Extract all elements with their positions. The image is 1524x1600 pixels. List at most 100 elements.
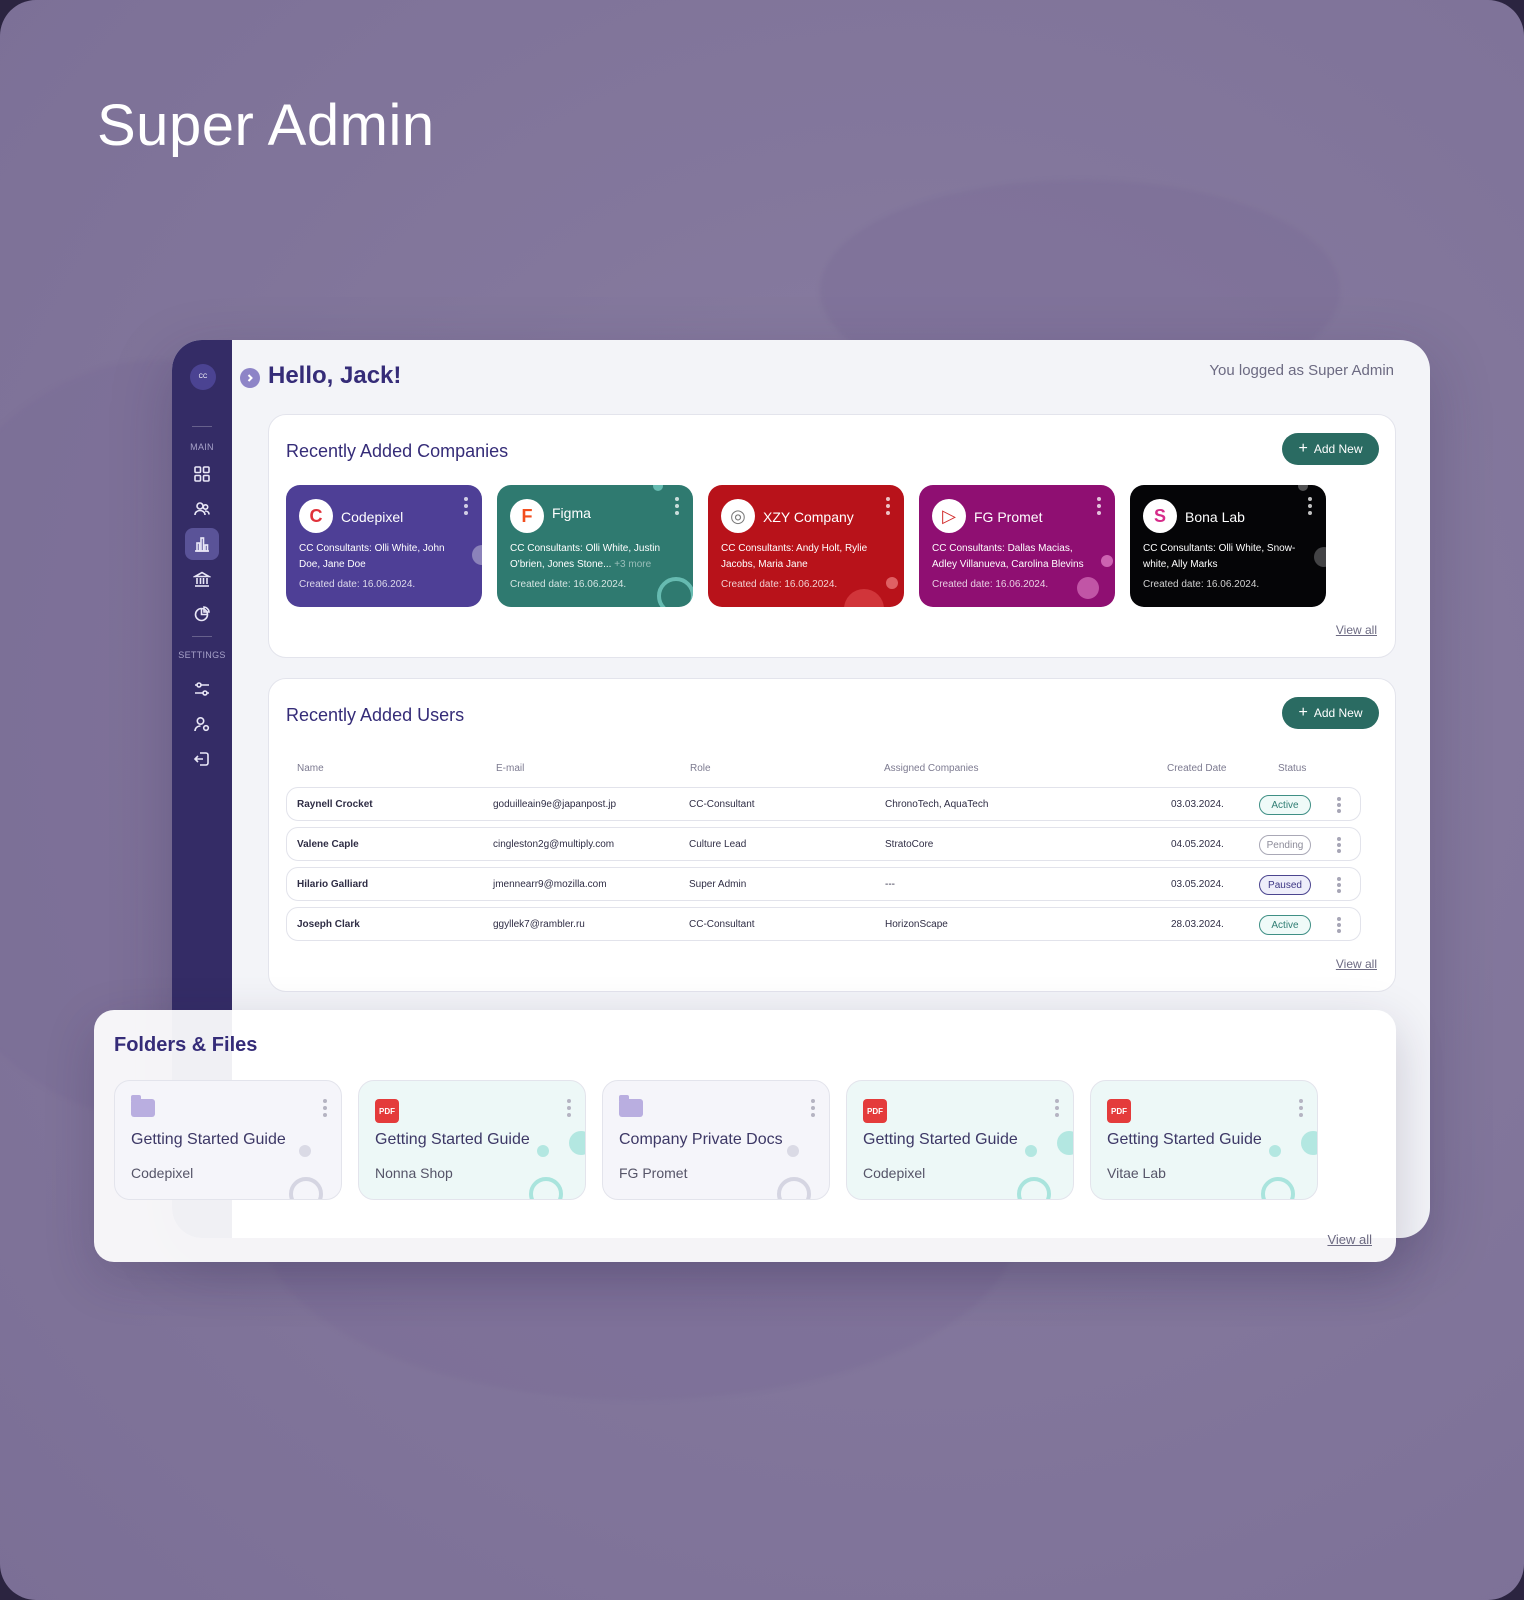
more-options-icon[interactable] bbox=[886, 497, 890, 518]
folder-icon bbox=[619, 1095, 643, 1117]
company-consultants: CC Consultants: Dallas Macias, Adley Vil… bbox=[932, 543, 1084, 570]
more-options-icon[interactable] bbox=[811, 1099, 815, 1120]
user-companies: StratoCore bbox=[885, 839, 934, 850]
table-row[interactable]: Hilario Galliard jmennearr9@mozilla.com … bbox=[286, 867, 1361, 901]
add-company-button[interactable]: + Add New bbox=[1282, 433, 1379, 465]
file-title: Getting Started Guide bbox=[131, 1131, 286, 1148]
user-email: jmennearr9@mozilla.com bbox=[493, 879, 607, 890]
table-row[interactable]: Raynell Crocket goduilleain9e@japanpost.… bbox=[286, 787, 1361, 821]
file-title: Getting Started Guide bbox=[863, 1131, 1018, 1148]
user-role: CC-Consultant bbox=[689, 799, 755, 810]
pdf-card[interactable]: PDF Getting Started Guide Codepixel bbox=[846, 1080, 1074, 1200]
sidebar-section-settings: SETTINGS bbox=[178, 650, 226, 660]
column-header-name[interactable]: Name bbox=[297, 763, 324, 774]
column-header-email[interactable]: E-mail bbox=[496, 763, 524, 774]
more-options-icon[interactable] bbox=[1308, 497, 1312, 518]
card-decoration bbox=[777, 1177, 811, 1199]
card-decoration bbox=[1077, 577, 1099, 599]
company-card[interactable]: C Codepixel CC Consultants: Olli White, … bbox=[286, 485, 482, 607]
company-card[interactable]: F Figma CC Consultants: Olli White, Just… bbox=[497, 485, 693, 607]
more-options-icon[interactable] bbox=[1337, 837, 1341, 855]
chart-icon bbox=[195, 537, 209, 552]
sidebar-item-profile[interactable] bbox=[185, 708, 219, 740]
companies-panel: Recently Added Companies + Add New C Cod… bbox=[268, 414, 1396, 658]
status-badge: Active bbox=[1259, 795, 1311, 815]
sidebar-divider bbox=[192, 426, 212, 427]
column-header-status[interactable]: Status bbox=[1278, 763, 1306, 774]
card-decoration bbox=[1017, 1177, 1051, 1199]
status-badge: Pending bbox=[1259, 835, 1311, 855]
more-options-icon[interactable] bbox=[323, 1099, 327, 1120]
more-options-icon[interactable] bbox=[567, 1099, 571, 1120]
company-logo: ◎ bbox=[721, 499, 755, 533]
users-icon bbox=[194, 502, 210, 516]
add-user-label: Add New bbox=[1313, 706, 1363, 720]
sidebar-toggle-button[interactable] bbox=[240, 368, 260, 388]
company-card[interactable]: ◎ XZY Company CC Consultants: Andy Holt,… bbox=[708, 485, 904, 607]
bank-icon bbox=[193, 571, 211, 587]
card-decoration bbox=[844, 589, 884, 607]
company-logo: C bbox=[299, 499, 333, 533]
sidebar-item-logout[interactable] bbox=[185, 743, 219, 775]
folder-card[interactable]: Company Private Docs FG Promet bbox=[602, 1080, 830, 1200]
company-created-date: Created date: 16.06.2024. bbox=[299, 579, 416, 590]
company-created-date: Created date: 16.06.2024. bbox=[510, 579, 627, 590]
card-decoration bbox=[289, 1177, 323, 1199]
card-decoration bbox=[472, 545, 482, 565]
company-name: Codepixel bbox=[341, 509, 404, 525]
pdf-card[interactable]: PDF Getting Started Guide Nonna Shop bbox=[358, 1080, 586, 1200]
more-options-icon[interactable] bbox=[675, 497, 679, 518]
company-name: Bona Lab bbox=[1185, 509, 1245, 525]
more-options-icon[interactable] bbox=[1337, 917, 1341, 935]
company-card[interactable]: ▷ FG Promet CC Consultants: Dallas Macia… bbox=[919, 485, 1115, 607]
folder-card[interactable]: Getting Started Guide Codepixel bbox=[114, 1080, 342, 1200]
user-role: Culture Lead bbox=[689, 839, 747, 850]
more-options-icon[interactable] bbox=[464, 497, 468, 518]
files-view-all-link[interactable]: View all bbox=[1327, 1232, 1372, 1247]
card-decoration bbox=[1314, 547, 1326, 567]
sidebar-item-preferences[interactable] bbox=[185, 673, 219, 705]
column-header-created-date[interactable]: Created Date bbox=[1167, 763, 1226, 774]
company-card[interactable]: S Bona Lab CC Consultants: Olli White, S… bbox=[1130, 485, 1326, 607]
sidebar-item-reports[interactable] bbox=[185, 598, 219, 630]
add-company-label: Add New bbox=[1313, 442, 1363, 456]
user-settings-icon bbox=[194, 716, 210, 732]
add-user-button[interactable]: + Add New bbox=[1282, 697, 1379, 729]
app-logo[interactable]: CC bbox=[190, 364, 216, 390]
company-name: Figma bbox=[552, 505, 591, 521]
files-title: Folders & Files bbox=[114, 1034, 258, 1056]
column-header-companies[interactable]: Assigned Companies bbox=[884, 763, 979, 774]
more-options-icon[interactable] bbox=[1299, 1099, 1303, 1120]
more-options-icon[interactable] bbox=[1337, 877, 1341, 895]
companies-view-all-link[interactable]: View all bbox=[1336, 623, 1377, 637]
pdf-icon: PDF bbox=[863, 1099, 887, 1123]
card-decoration bbox=[529, 1177, 563, 1199]
file-title: Getting Started Guide bbox=[375, 1131, 530, 1148]
sidebar-item-dashboard[interactable] bbox=[185, 458, 219, 490]
user-email: goduilleain9e@japanpost.jp bbox=[493, 799, 617, 810]
file-company: Nonna Shop bbox=[375, 1165, 453, 1181]
sliders-icon bbox=[195, 682, 209, 696]
table-row[interactable]: Valene Caple cingleston2g@multiply.com C… bbox=[286, 827, 1361, 861]
folders-files-panel: Folders & Files Getting Started Guide Co… bbox=[94, 1010, 1396, 1262]
more-options-icon[interactable] bbox=[1055, 1099, 1059, 1120]
column-header-role[interactable]: Role bbox=[690, 763, 711, 774]
card-decoration bbox=[537, 1145, 549, 1157]
sidebar-item-companies[interactable] bbox=[185, 563, 219, 595]
file-title: Getting Started Guide bbox=[1107, 1131, 1262, 1148]
company-name: FG Promet bbox=[974, 509, 1043, 525]
sidebar-item-users[interactable] bbox=[185, 493, 219, 525]
page-title: Hello, Jack! bbox=[268, 362, 402, 389]
sidebar-item-analytics[interactable] bbox=[185, 528, 219, 560]
more-options-icon[interactable] bbox=[1337, 797, 1341, 815]
card-decoration bbox=[569, 1131, 585, 1155]
company-logo: S bbox=[1143, 499, 1177, 533]
more-options-icon[interactable] bbox=[1097, 497, 1101, 518]
users-view-all-link[interactable]: View all bbox=[1336, 957, 1377, 971]
pdf-card[interactable]: PDF Getting Started Guide Vitae Lab bbox=[1090, 1080, 1318, 1200]
user-companies: --- bbox=[885, 879, 895, 890]
card-decoration bbox=[1298, 485, 1308, 491]
company-consultants: CC Consultants: Andy Holt, Rylie Jacobs,… bbox=[721, 543, 868, 570]
table-row[interactable]: Joseph Clark ggyllek7@rambler.ru CC-Cons… bbox=[286, 907, 1361, 941]
sidebar-divider bbox=[192, 636, 212, 637]
